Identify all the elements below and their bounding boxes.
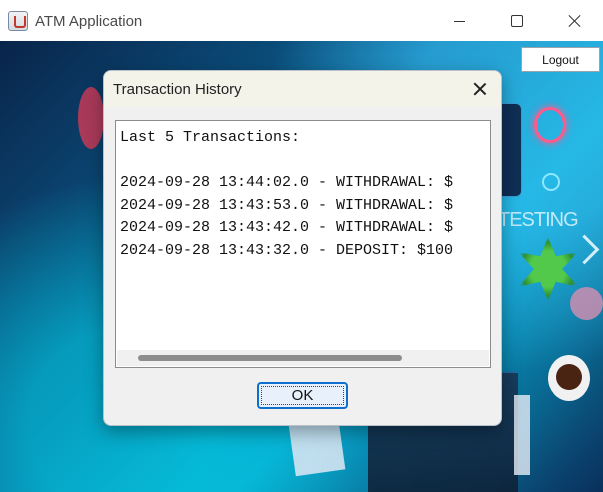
ok-button[interactable]: OK <box>257 382 348 409</box>
dialog-titlebar[interactable]: Transaction History <box>104 71 501 107</box>
transactions-header: Last 5 Transactions: <box>120 129 301 146</box>
minimize-button[interactable] <box>436 6 482 36</box>
transaction-line: 2024-09-28 13:43:32.0 - DEPOSIT: $100 <box>120 241 454 259</box>
background-chevron-graphic <box>569 234 600 265</box>
background-stripe <box>514 395 530 475</box>
background-plant-graphic <box>518 237 579 301</box>
java-cup-icon <box>8 11 28 31</box>
scrollbar-thumb[interactable] <box>138 355 402 361</box>
transaction-line: 2024-09-28 13:43:53.0 - WITHDRAWAL: $ <box>120 196 454 214</box>
logout-button[interactable]: Logout <box>521 47 600 72</box>
background-cyan-circle <box>542 173 560 191</box>
transaction-text: Last 5 Transactions: 2024-09-28 13:44:02… <box>120 127 453 262</box>
transaction-line: 2024-09-28 13:44:02.0 - WITHDRAWAL: $ <box>120 174 454 191</box>
transaction-line: 2024-09-28 13:43:42.0 - WITHDRAWAL: $ <box>120 219 454 236</box>
background-paper-graphic <box>288 417 346 477</box>
window-titlebar[interactable]: ATM Application <box>0 0 603 41</box>
maximize-button[interactable] <box>494 6 540 36</box>
minimize-icon <box>453 20 465 22</box>
horizontal-scrollbar[interactable] <box>117 350 489 366</box>
maximize-icon <box>511 15 523 27</box>
dialog-close-button[interactable] <box>462 75 498 103</box>
background-red-shape <box>78 87 104 149</box>
window-title: ATM Application <box>35 13 143 30</box>
close-button[interactable] <box>552 6 598 36</box>
close-icon <box>473 82 487 96</box>
dialog-title: Transaction History <box>113 81 242 98</box>
background-banner-text: TESTING <box>498 209 579 231</box>
background-coffee-cup <box>548 355 590 401</box>
transaction-text-area[interactable]: Last 5 Transactions: 2024-09-28 13:44:02… <box>115 120 491 368</box>
background-pink-circle <box>570 287 603 320</box>
background-pink-ring <box>534 107 566 143</box>
transaction-history-dialog: Transaction History Last 5 Transactions:… <box>103 70 502 426</box>
close-icon <box>568 14 582 28</box>
